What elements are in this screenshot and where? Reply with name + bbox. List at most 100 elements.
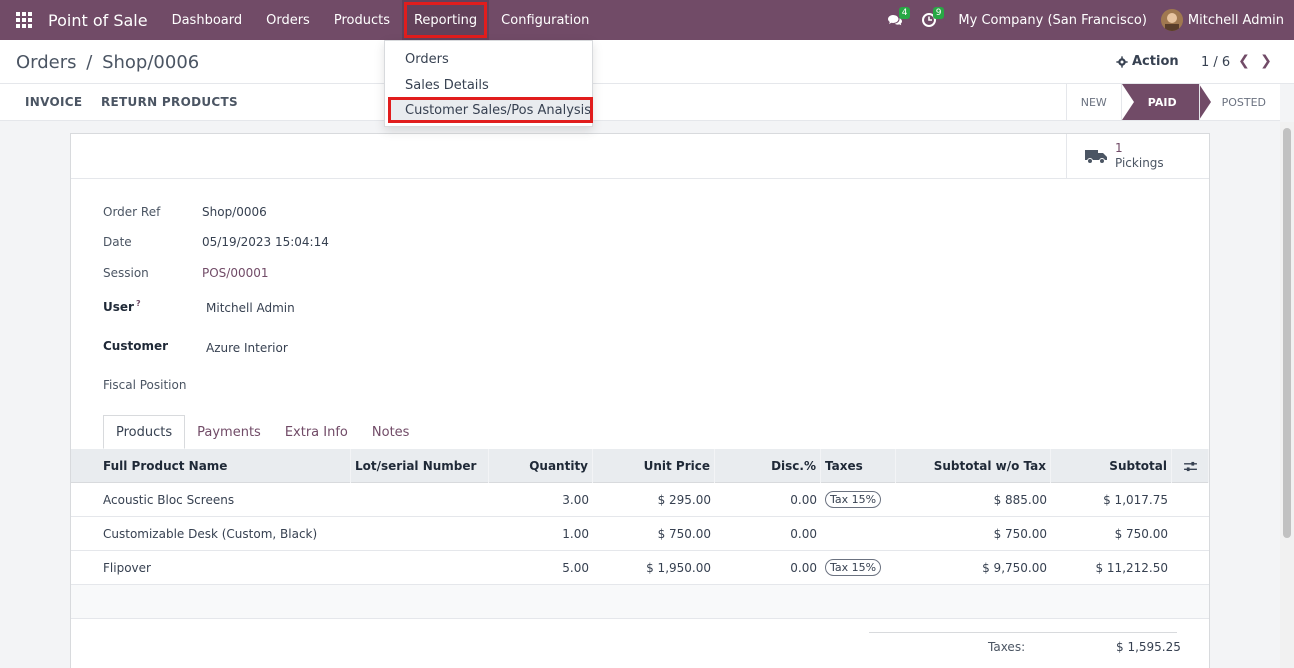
order-ref-value: Shop/0006: [202, 205, 267, 219]
messages-badge: 4: [898, 7, 911, 19]
sliders-icon: [1183, 461, 1197, 471]
table-empty-row: [71, 585, 1209, 619]
reporting-dropdown: Orders Sales Details Customer Sales/Pos …: [384, 40, 593, 127]
col-taxes[interactable]: Taxes: [821, 449, 896, 483]
avatar-image-icon: [1160, 9, 1183, 31]
date-label: Date: [103, 235, 132, 249]
table-header: Full Product Name Lot/serial Number Quan…: [71, 449, 1209, 483]
button-box: 1 Pickings: [71, 134, 1209, 179]
col-subtotal-wo-tax[interactable]: Subtotal w/o Tax: [896, 449, 1051, 483]
order-ref-label: Order Ref: [103, 205, 161, 219]
fiscal-position-label: Fiscal Position: [103, 378, 187, 392]
gear-icon: [1116, 55, 1128, 68]
user-menu[interactable]: Mitchell Admin: [1188, 13, 1284, 28]
tab-extra-info[interactable]: Extra Info: [273, 415, 360, 449]
menu-reporting[interactable]: Reporting: [401, 0, 490, 40]
cell-lot: [351, 483, 489, 516]
pager-value[interactable]: 1 / 6: [1201, 55, 1230, 70]
optional-columns-icon[interactable]: [1172, 449, 1209, 483]
messages-icon[interactable]: 4: [878, 0, 912, 40]
top-navbar: Point of Sale Dashboard Orders Products …: [0, 0, 1294, 40]
cell-product-name: Customizable Desk (Custom, Black): [103, 526, 318, 541]
customer-label: Customer: [103, 339, 169, 353]
table-row[interactable]: Flipover 5.00 $ 1,950.00 0.00 Tax 15% $ …: [71, 551, 1209, 585]
cell-product-name: Acoustic Bloc Screens: [103, 492, 235, 507]
truck-icon: [1085, 150, 1107, 164]
breadcrumb-current: Shop/0006: [102, 52, 200, 73]
tab-products[interactable]: Products: [103, 415, 186, 449]
pager-previous-icon[interactable]: ❮: [1236, 52, 1252, 70]
cell-subtotal: $ 750.00: [1114, 526, 1168, 541]
return-products-button[interactable]: RETURN PRODUCTS: [101, 95, 238, 109]
col-lot-serial[interactable]: Lot/serial Number: [351, 449, 489, 483]
statusbar: INVOICE RETURN PRODUCTS NEW PAID POSTED: [0, 84, 1280, 121]
tax-tag: Tax 15%: [825, 491, 882, 508]
dropdown-item-customer-sales-analysis[interactable]: Customer Sales/Pos Analysis: [388, 97, 593, 123]
pickings-count: 1: [1115, 141, 1123, 155]
cell-quantity: 5.00: [562, 560, 589, 575]
activities-badge: 9: [932, 7, 945, 19]
dropdown-item-orders[interactable]: Orders: [385, 46, 592, 72]
cell-product-name: Flipover: [103, 560, 151, 575]
col-subtotal[interactable]: Subtotal: [1051, 449, 1172, 483]
notebook-tabs: Products Payments Extra Info Notes: [103, 415, 421, 449]
col-discount[interactable]: Disc.%: [715, 449, 821, 483]
form-sheet: 1 Pickings Order Ref Shop/0006 Date 05/1…: [70, 133, 1210, 668]
taxes-total-value: $ 1,595.25: [1116, 640, 1181, 654]
action-button[interactable]: Action: [1116, 54, 1179, 69]
cell-taxes: Tax 15%: [821, 483, 896, 516]
status-steps: NEW PAID POSTED: [1065, 84, 1280, 120]
menu-dashboard[interactable]: Dashboard: [160, 0, 255, 40]
cell-subtotal: $ 11,212.50: [1095, 560, 1168, 575]
table-row[interactable]: Acoustic Bloc Screens 3.00 $ 295.00 0.00…: [71, 483, 1209, 517]
tab-payments[interactable]: Payments: [185, 415, 273, 449]
scrollbar-thumb[interactable]: [1283, 128, 1291, 538]
apps-grid-icon[interactable]: [0, 0, 48, 40]
cell-subtotal: $ 1,017.75: [1103, 492, 1168, 507]
tab-notes[interactable]: Notes: [360, 415, 422, 449]
user-label: User?: [103, 299, 141, 314]
cell-quantity: 1.00: [562, 526, 589, 541]
breadcrumb: Orders / Shop/0006: [16, 52, 199, 73]
app-title[interactable]: Point of Sale: [48, 11, 148, 30]
totals-divider: [869, 632, 1177, 633]
cell-lot: [351, 551, 489, 584]
company-switcher[interactable]: My Company (San Francisco): [958, 13, 1146, 28]
status-paid[interactable]: PAID: [1120, 84, 1211, 120]
status-new[interactable]: NEW: [1065, 84, 1121, 120]
invoice-button[interactable]: INVOICE: [25, 95, 82, 109]
session-link[interactable]: POS/00001: [202, 266, 269, 280]
user-label-text: User: [103, 300, 134, 314]
breadcrumb-parent[interactable]: Orders: [16, 52, 77, 73]
menu-products[interactable]: Products: [322, 0, 402, 40]
cell-quantity: 3.00: [562, 492, 589, 507]
control-panel: Orders / Shop/0006 Action 1 / 6 ❮ ❯: [0, 40, 1294, 84]
cell-unit-price: $ 1,950.00: [646, 560, 711, 575]
cell-subtotal-wo-tax: $ 9,750.00: [982, 560, 1047, 575]
date-value: 05/19/2023 15:04:14: [202, 235, 329, 249]
col-unit-price[interactable]: Unit Price: [593, 449, 715, 483]
pager-next-icon[interactable]: ❯: [1258, 52, 1274, 70]
page-scrollbar[interactable]: [1280, 122, 1294, 668]
customer-field[interactable]: Azure Interior: [206, 341, 288, 355]
pickings-smart-button[interactable]: 1 Pickings: [1066, 134, 1209, 178]
user-field[interactable]: Mitchell Admin: [206, 301, 295, 315]
table-row[interactable]: Customizable Desk (Custom, Black) 1.00 $…: [71, 517, 1209, 551]
user-avatar[interactable]: [1160, 9, 1183, 31]
pickings-label: Pickings: [1115, 156, 1164, 170]
col-quantity[interactable]: Quantity: [489, 449, 593, 483]
cell-unit-price: $ 750.00: [657, 526, 711, 541]
user-help-icon[interactable]: ?: [136, 299, 141, 308]
dropdown-item-sales-details[interactable]: Sales Details: [385, 72, 592, 98]
tax-tag: Tax 15%: [825, 559, 882, 576]
cell-discount: 0.00: [790, 526, 817, 541]
col-product-name[interactable]: Full Product Name: [71, 449, 351, 483]
menu-orders[interactable]: Orders: [254, 0, 322, 40]
activities-icon[interactable]: 9: [912, 0, 946, 40]
cell-subtotal-wo-tax: $ 885.00: [993, 492, 1047, 507]
status-posted[interactable]: POSTED: [1198, 84, 1280, 120]
cell-taxes: [821, 517, 896, 550]
menu-configuration[interactable]: Configuration: [489, 0, 601, 40]
cell-lot: [351, 517, 489, 550]
cell-discount: 0.00: [790, 492, 817, 507]
